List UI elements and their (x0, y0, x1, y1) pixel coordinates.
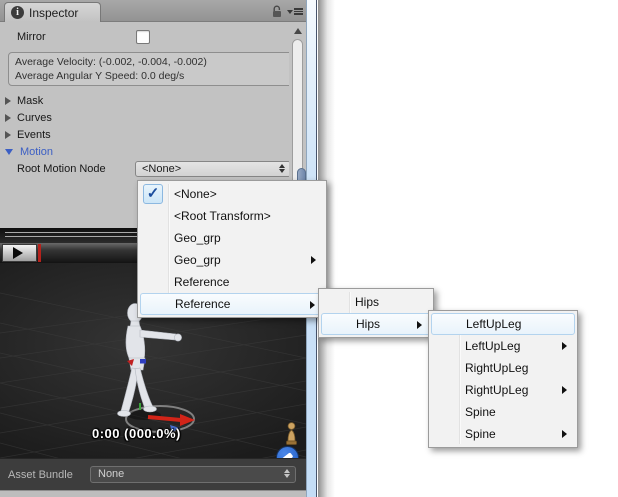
checkmark-icon: ✓ (143, 184, 163, 204)
menu-item[interactable]: Spine (431, 401, 575, 423)
menu-item[interactable]: Reference (140, 293, 324, 315)
lock-icon[interactable] (271, 5, 283, 18)
foldout-label: Curves (17, 112, 52, 124)
menu-item-label: Hips (356, 317, 380, 331)
root-motion-node-dropdown[interactable]: <None> (135, 161, 291, 177)
average-velocity-info-box: Average Velocity: (-0.002, -0.004, -0.00… (8, 52, 296, 86)
foldout-label: Mask (17, 95, 43, 107)
menu-item-label: Hips (355, 295, 379, 309)
menu-item[interactable]: Geo_grp (140, 249, 324, 271)
foldout-motion[interactable]: Motion (0, 143, 306, 160)
submenu-arrow-icon (562, 386, 567, 394)
triangle-right-icon (5, 131, 11, 139)
submenu-arrow-icon (417, 321, 422, 329)
menu-item[interactable]: LeftUpLeg (431, 313, 575, 335)
play-button[interactable] (2, 244, 37, 262)
play-icon (13, 247, 23, 259)
dropdown-arrows-icon (279, 164, 285, 173)
menu-item[interactable]: Reference (140, 271, 324, 293)
tab-bar: i Inspector (0, 0, 306, 22)
dropdown-value: <None> (142, 163, 181, 175)
triangle-down-icon (5, 149, 13, 155)
avatar-pawn-icon[interactable] (284, 421, 299, 447)
root-motion-node-label: Root Motion Node (17, 161, 106, 177)
mirror-checkbox[interactable] (136, 30, 150, 44)
foldout-curves[interactable]: Curves (0, 109, 306, 126)
submenu-arrow-icon (310, 301, 315, 309)
menu-item-label: RightUpLeg (465, 383, 528, 397)
menu-item-label: Spine (465, 427, 496, 441)
menu-item[interactable]: RightUpLeg (431, 357, 575, 379)
foldout-mask[interactable]: Mask (0, 92, 306, 109)
panel-header-icons (271, 5, 303, 18)
menu-item[interactable]: RightUpLeg (431, 379, 575, 401)
asset-bundle-bar: Asset Bundle None (0, 458, 306, 490)
triangle-right-icon (5, 114, 11, 122)
foldout-label: Events (17, 129, 51, 141)
foldout-label: Motion (20, 146, 53, 158)
submenu-arrow-icon (562, 342, 567, 350)
angular-speed-line: Average Angular Y Speed: 0.0 deg/s (15, 69, 289, 83)
preview-time-label: 0:00 (000.0%) (92, 426, 181, 441)
average-velocity-line: Average Velocity: (-0.002, -0.004, -0.00… (15, 55, 289, 69)
menu-item-label: <None> (174, 187, 217, 201)
menu-item[interactable]: Geo_grp (140, 227, 324, 249)
character-model (88, 299, 198, 441)
submenu-arrow-icon (562, 430, 567, 438)
dropdown-value: None (98, 468, 124, 480)
panel-menu-icon[interactable] (287, 8, 303, 15)
menu-item[interactable]: Hips (321, 313, 431, 335)
hips-submenu: LeftUpLeg LeftUpLeg RightUpLeg RightUpLeg Sp… (428, 310, 578, 448)
menu-item-label: LeftUpLeg (465, 339, 520, 353)
triangle-right-icon (5, 97, 11, 105)
root-motion-node-row: Root Motion Node <None> (0, 161, 306, 178)
info-icon: i (11, 6, 24, 19)
foldout-events[interactable]: Events (0, 126, 306, 143)
menu-item[interactable]: Spine (431, 423, 575, 445)
menu-item-label: Spine (465, 405, 496, 419)
menu-item-label: RightUpLeg (465, 361, 528, 375)
menu-item[interactable]: <Root Transform> (140, 205, 324, 227)
tab-title: Inspector (29, 6, 78, 20)
menu-item[interactable]: LeftUpLeg (431, 335, 575, 357)
menu-item-label: Geo_grp (174, 231, 221, 245)
mirror-label: Mirror (17, 29, 46, 45)
window-bottom-edge (0, 490, 306, 497)
menu-item-label: Geo_grp (174, 253, 221, 267)
menu-item-label: <Root Transform> (174, 209, 271, 223)
dropdown-arrows-icon (284, 469, 290, 478)
tag-icon (279, 449, 296, 458)
menu-item[interactable]: ✓ <None> (140, 183, 324, 205)
reference-submenu: Hips Hips (318, 288, 434, 338)
foldout-list: Mask Curves Events Motion (0, 92, 306, 160)
menu-item-label: LeftUpLeg (466, 317, 521, 331)
root-motion-node-menu: ✓ <None> <Root Transform> Geo_grp Geo_grp Ref… (137, 180, 327, 318)
asset-bundle-label: Asset Bundle (8, 469, 73, 481)
submenu-arrow-icon (311, 256, 316, 264)
asset-bundle-dropdown[interactable]: None (90, 466, 296, 483)
screenshot-stage: i Inspector Mirror (0, 0, 618, 497)
menu-item-label: Reference (175, 297, 230, 311)
tab-inspector[interactable]: i Inspector (4, 2, 101, 22)
menu-item[interactable]: Hips (321, 291, 431, 313)
scrollbar-up-arrow-icon[interactable] (294, 28, 302, 34)
mirror-row: Mirror (0, 29, 306, 45)
timeline-playhead[interactable] (38, 244, 41, 262)
menu-item-label: Reference (174, 275, 229, 289)
